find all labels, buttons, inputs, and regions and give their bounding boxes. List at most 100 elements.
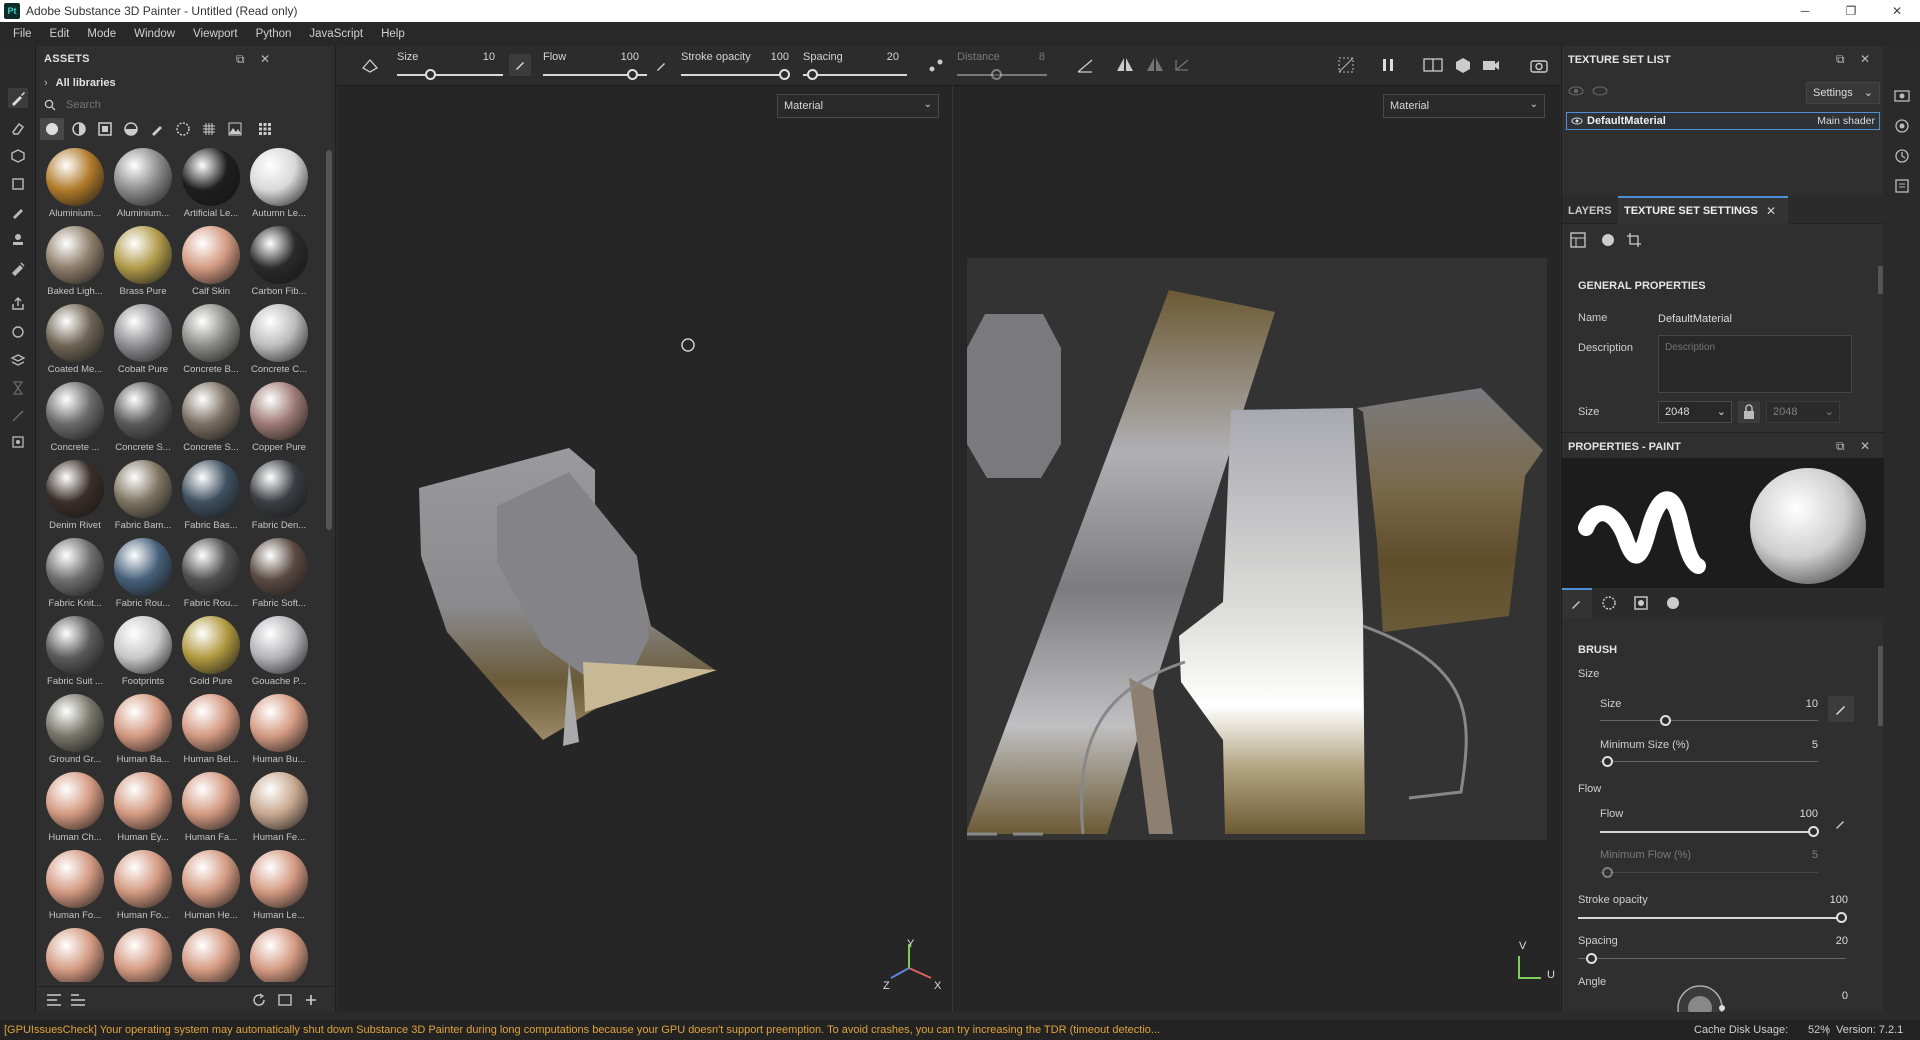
close-tab-icon[interactable]: ✕	[1766, 204, 1776, 218]
grid-view-icon[interactable]	[258, 122, 272, 136]
assets-scrollbar[interactable]	[326, 150, 332, 530]
asset-item[interactable]: Human He...	[178, 848, 244, 926]
size-pen-button[interactable]	[1828, 696, 1854, 722]
projection-icon[interactable]	[8, 146, 28, 166]
brush-size-knob[interactable]	[1660, 715, 1671, 726]
maximize-button[interactable]: ❐	[1828, 0, 1874, 22]
tb-size-knob[interactable]	[425, 69, 436, 80]
tb-stroke-slider[interactable]	[681, 74, 789, 76]
asset-item[interactable]: Coated Me...	[42, 302, 108, 380]
asset-item[interactable]: Footprints	[110, 614, 176, 692]
asset-item[interactable]: Fabric Knit...	[42, 536, 108, 614]
tb-size-value[interactable]: 10	[471, 51, 495, 63]
menu-mode[interactable]: Mode	[78, 28, 125, 40]
close-window-button[interactable]: ✕	[1874, 0, 1920, 22]
asset-item[interactable]: Human Ey...	[110, 770, 176, 848]
asset-item[interactable]: Fabric Suit ...	[42, 614, 108, 692]
filter-smart-masks-icon[interactable]	[124, 122, 138, 136]
asset-item[interactable]: Fabric Rou...	[178, 536, 244, 614]
texture-set-list-icon[interactable]	[1894, 88, 1910, 104]
material-ball-icon[interactable]	[1600, 232, 1616, 248]
material-tab-icon[interactable]	[1666, 596, 1680, 610]
asset-item[interactable]: Human Bu...	[246, 692, 312, 770]
description-field[interactable]	[1658, 335, 1852, 393]
menu-window[interactable]: Window	[125, 28, 184, 40]
flow-value[interactable]: 100	[1788, 808, 1818, 820]
filter-brushes-icon[interactable]	[150, 122, 164, 136]
visibility-icon[interactable]	[1568, 84, 1584, 98]
asset-item[interactable]: Human Ch...	[42, 770, 108, 848]
display-settings-icon[interactable]	[8, 350, 28, 370]
float-panel-icon[interactable]: ⧉	[1836, 439, 1845, 454]
tb-flow-knob[interactable]	[627, 69, 638, 80]
flow-pen-icon[interactable]	[1834, 816, 1848, 830]
refresh-icon[interactable]	[252, 993, 266, 1007]
min-size-knob[interactable]	[1602, 756, 1613, 767]
asset-item[interactable]: Human Ba...	[110, 692, 176, 770]
asset-item[interactable]: Fabric Bas...	[178, 458, 244, 536]
min-size-slider[interactable]	[1600, 761, 1818, 762]
assets-search[interactable]	[44, 96, 324, 114]
asset-item[interactable]: Concrete S...	[110, 380, 176, 458]
name-value[interactable]: DefaultMaterial	[1658, 313, 1732, 325]
spacing-knob[interactable]	[1586, 953, 1597, 964]
symmetry-brush-icon[interactable]	[361, 56, 381, 74]
brush-size-value[interactable]: 10	[1794, 698, 1818, 710]
display-settings-icon[interactable]	[1894, 118, 1910, 134]
asset-item[interactable]: Fabric Bam...	[110, 458, 176, 536]
lazy-mouse-icon[interactable]	[927, 56, 945, 76]
tb-spacing-value[interactable]: 20	[875, 51, 899, 63]
brush-size-slider[interactable]	[1600, 720, 1818, 721]
mirror-icon[interactable]	[1115, 56, 1135, 74]
asset-item[interactable]: Denim Rivet	[42, 458, 108, 536]
close-panel-icon[interactable]: ✕	[1860, 52, 1870, 66]
spacing-value[interactable]: 20	[1818, 935, 1848, 947]
library-breadcrumb[interactable]: › All libraries	[44, 74, 116, 92]
asset-item[interactable]: Gouache P...	[246, 614, 312, 692]
history-icon[interactable]	[1894, 148, 1910, 164]
asset-item[interactable]: Autumn Le...	[246, 146, 312, 224]
shader-settings-icon[interactable]	[1894, 178, 1910, 194]
tb-spacing-slider[interactable]	[803, 74, 907, 76]
asset-item[interactable]: Fabric Rou...	[110, 536, 176, 614]
menu-edit[interactable]: Edit	[41, 28, 79, 40]
hourglass-icon[interactable]	[8, 378, 28, 398]
angle-dial[interactable]	[1672, 980, 1728, 1012]
alignment-icon[interactable]	[1075, 56, 1095, 76]
asset-item[interactable]: Human Fa...	[178, 770, 244, 848]
settings-dropdown[interactable]: Settings ⌄	[1806, 82, 1880, 104]
flow-knob[interactable]	[1808, 826, 1819, 837]
search-input[interactable]	[66, 99, 306, 111]
tab-texture-set-settings[interactable]: TEXTURE SET SETTINGS	[1624, 205, 1758, 217]
eraser-icon[interactable]	[8, 118, 28, 138]
filter-environments-icon[interactable]	[228, 122, 242, 136]
menu-file[interactable]: File	[4, 28, 41, 40]
asset-item-partial[interactable]	[178, 926, 244, 982]
close-panel-icon[interactable]: ✕	[1860, 439, 1870, 453]
asset-item[interactable]: Human Fo...	[110, 848, 176, 926]
tab-layers[interactable]: LAYERS	[1568, 205, 1612, 217]
tss-scrollbar[interactable]	[1878, 266, 1883, 294]
angle-value[interactable]: 0	[1818, 990, 1848, 1002]
bake-icon[interactable]	[8, 322, 28, 342]
stroke-opacity-value[interactable]: 100	[1818, 894, 1848, 906]
asset-item[interactable]: Aluminium...	[110, 146, 176, 224]
cube-view-icon[interactable]	[1453, 56, 1473, 74]
asset-item[interactable]: Concrete ...	[42, 380, 108, 458]
visibility-all-icon[interactable]	[1592, 84, 1608, 98]
min-size-value[interactable]: 5	[1794, 739, 1818, 751]
close-panel-icon[interactable]: ✕	[260, 52, 270, 66]
asset-item[interactable]: Human Bel...	[178, 692, 244, 770]
screenshot-icon[interactable]	[1529, 56, 1549, 74]
filter-procedurals-icon[interactable]	[202, 122, 216, 136]
spacing-slider[interactable]	[1578, 958, 1846, 959]
filter-materials-icon[interactable]	[45, 122, 59, 136]
flow-slider[interactable]	[1600, 831, 1818, 833]
asset-item[interactable]: Concrete S...	[178, 380, 244, 458]
tb-flow-value[interactable]: 100	[615, 51, 639, 63]
asset-item[interactable]: Concrete C...	[246, 302, 312, 380]
texture-set-row[interactable]: DefaultMaterial Main shader	[1566, 112, 1880, 130]
asset-item[interactable]: Copper Pure	[246, 380, 312, 458]
gpu-warning-message[interactable]: [GPUIssuesCheck] Your operating system m…	[0, 1024, 1160, 1036]
mirror-off-icon[interactable]	[1145, 56, 1165, 74]
